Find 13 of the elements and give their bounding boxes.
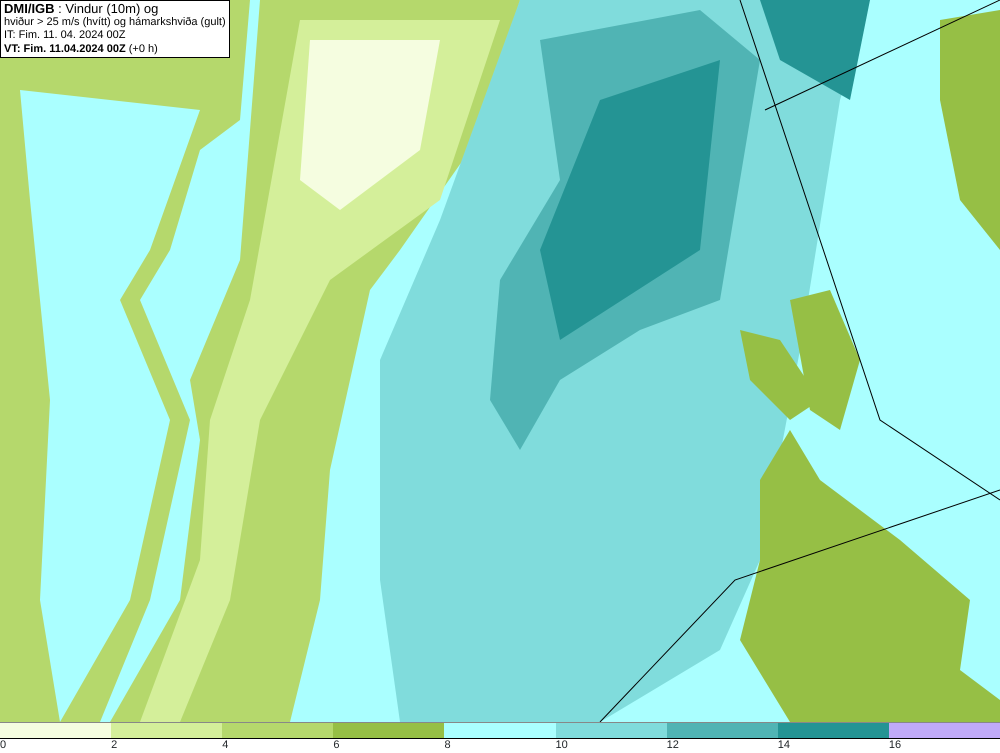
map-title: DMI/IGB : Vindur (10m) og	[4, 2, 160, 16]
scale-label: 10	[556, 739, 568, 752]
time-label: hviður > 25 m/s (hvítt) og hámarkshviða (gult)	[4, 16, 226, 29]
scale-label: 2	[111, 739, 118, 752]
scale-label: 0	[0, 739, 6, 752]
time-label: IT: Fim. 11. 04. 2024 00Z	[4, 29, 126, 42]
scale-label: 16	[888, 739, 902, 752]
scale-label: 8	[444, 739, 451, 752]
time-label: VT: Fim. 11.04.2024 00Z (+0 h)	[4, 42, 159, 56]
scale-label: 14	[778, 739, 790, 752]
scale-label: 12	[666, 739, 679, 752]
scale-label: 6	[333, 739, 340, 752]
scale-label: 4	[222, 739, 228, 752]
